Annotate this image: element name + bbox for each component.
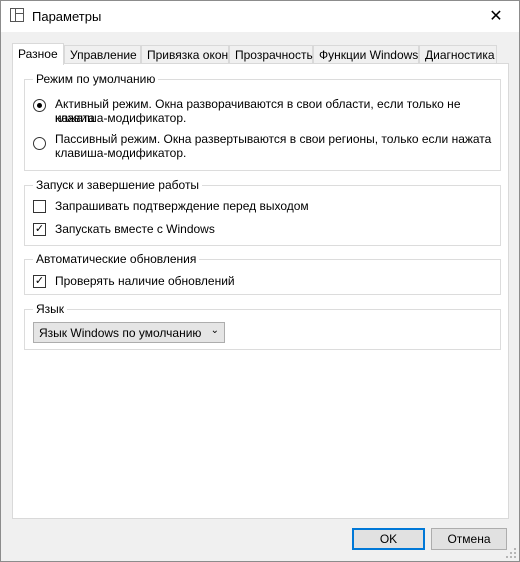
language-group: Язык Язык Windows по умолчанию ⌄ [24, 302, 501, 350]
tab-diagnostics[interactable]: Диагностика [419, 45, 497, 63]
check-icon: ✓ [34, 275, 45, 287]
window-title: Параметры [32, 9, 102, 24]
language-selected: Язык Windows по умолчанию [39, 326, 202, 340]
tab-transparency[interactable]: Прозрачность [229, 45, 313, 63]
passive-mode-radio[interactable] [33, 137, 46, 150]
group-title: Автоматические обновления [33, 252, 200, 266]
passive-mode-label-line2: клавиша-модификатор. [55, 146, 187, 160]
tab-panel: Режим по умолчанию Активный режим. Окна … [12, 63, 509, 519]
chevron-down-icon: ⌄ [210, 325, 219, 336]
passive-mode-label-line1: Пассивный режим. Окна развертываются в с… [55, 132, 492, 146]
active-mode-label-line2: клавиша-модификатор. [55, 111, 187, 125]
tab-control[interactable]: Управление [64, 45, 141, 63]
resize-grip-icon[interactable] [506, 548, 516, 558]
close-icon: ✕ [489, 8, 503, 25]
close-button[interactable]: ✕ [473, 1, 519, 31]
tab-misc[interactable]: Разное [12, 43, 64, 65]
active-mode-radio[interactable] [33, 99, 46, 112]
language-dropdown[interactable]: Язык Windows по умолчанию ⌄ [33, 322, 225, 343]
start-with-windows-label: Запускать вместе с Windows [55, 222, 215, 236]
confirm-exit-checkbox[interactable] [33, 200, 46, 213]
check-updates-label: Проверять наличие обновлений [55, 274, 235, 288]
ok-button[interactable]: OK [352, 528, 425, 550]
startup-group: Запуск и завершение работы Запрашивать п… [24, 178, 501, 246]
tab-snap[interactable]: Привязка окон [141, 45, 229, 63]
updates-group: Автоматические обновления ✓ Проверять на… [24, 252, 501, 295]
cancel-button[interactable]: Отмена [431, 528, 507, 550]
check-updates-checkbox[interactable]: ✓ [33, 275, 46, 288]
title-bar[interactable]: Параметры ✕ [1, 1, 519, 32]
default-mode-group: Режим по умолчанию Активный режим. Окна … [24, 72, 501, 171]
group-title: Язык [33, 302, 68, 316]
confirm-exit-label: Запрашивать подтверждение перед выходом [55, 199, 309, 213]
check-icon: ✓ [34, 223, 45, 235]
group-title: Запуск и завершение работы [33, 178, 203, 192]
app-window-icon [10, 8, 24, 22]
tab-windows-features[interactable]: Функции Windows [313, 45, 419, 63]
start-with-windows-checkbox[interactable]: ✓ [33, 223, 46, 236]
settings-window: Параметры ✕ Разное Управление Привязка о… [0, 0, 520, 562]
group-title: Режим по умолчанию [33, 72, 159, 86]
